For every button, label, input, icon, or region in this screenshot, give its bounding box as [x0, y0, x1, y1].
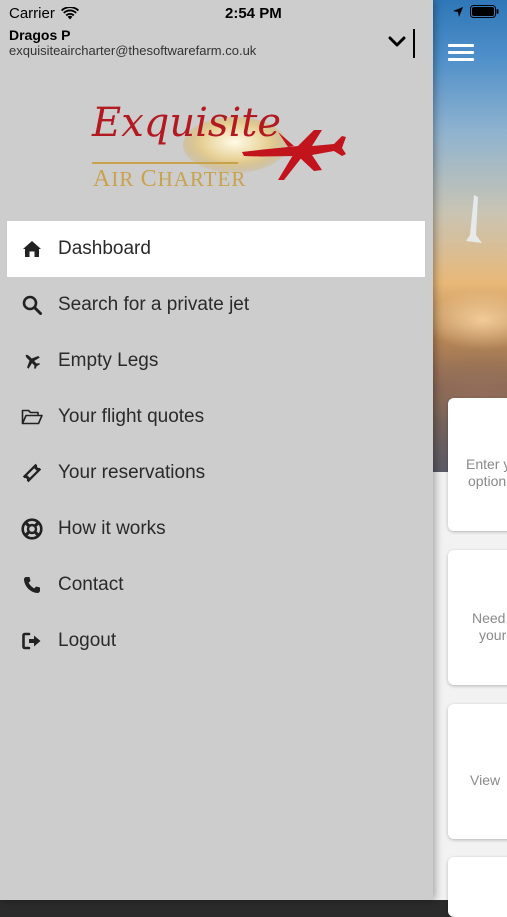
menu-item-contact[interactable]: Contact	[0, 557, 433, 613]
ticket-icon	[21, 462, 43, 484]
menu-label: Logout	[58, 630, 117, 651]
menu-label: Empty Legs	[58, 350, 159, 371]
card-text: Need	[472, 610, 506, 626]
dashboard-card[interactable]: View	[448, 704, 507, 839]
menu-item-search[interactable]: Search for a private jet	[0, 277, 433, 333]
menu-label: Your flight quotes	[58, 406, 205, 427]
chevron-down-icon[interactable]	[388, 34, 406, 50]
dashboard-card[interactable]: Need your	[448, 550, 507, 685]
logo-subtitle-harter: HARTER	[157, 167, 247, 191]
sign-out-icon	[21, 630, 43, 652]
card-text: Enter y	[466, 456, 507, 472]
navigation-drawer: Carrier 2:54 PM Dragos P exquisiteaircha…	[0, 0, 433, 900]
life-ring-icon	[21, 518, 43, 540]
logo-subtitle-initial-c: C	[140, 166, 158, 192]
home-icon	[21, 238, 43, 260]
menu-item-flight-quotes[interactable]: Your flight quotes	[0, 389, 433, 445]
battery-icon	[470, 5, 499, 18]
status-time: 2:54 PM	[225, 5, 282, 22]
card-text: your	[479, 627, 507, 643]
logo-subtitle: AIR CHARTER	[93, 166, 246, 193]
card-text: option	[468, 473, 507, 489]
menu-item-dashboard[interactable]: Dashboard	[7, 221, 425, 277]
location-arrow-icon	[453, 6, 463, 17]
carrier-label: Carrier	[9, 5, 55, 22]
menu-item-logout[interactable]: Logout	[0, 613, 433, 669]
status-carrier: Carrier	[9, 5, 79, 22]
wifi-icon	[60, 7, 79, 20]
jet-plane-icon	[242, 130, 346, 180]
account-name: Dragos P	[9, 27, 71, 43]
menu-label: Search for a private jet	[58, 294, 250, 315]
menu-label: How it works	[58, 518, 166, 539]
drawer-menu: Dashboard Search for a private jet Empty…	[0, 221, 433, 669]
status-bar: Carrier 2:54 PM	[0, 0, 433, 26]
menu-item-how-it-works[interactable]: How it works	[0, 501, 433, 557]
plane-wing-image	[466, 195, 482, 243]
menu-label: Your reservations	[58, 462, 206, 483]
menu-label: Contact	[58, 574, 124, 595]
menu-item-empty-legs[interactable]: Empty Legs	[0, 333, 433, 389]
phone-icon	[21, 574, 43, 596]
plane-icon	[21, 350, 43, 372]
logo-subtitle-initial-a: A	[93, 166, 112, 192]
hamburger-menu-icon[interactable]	[448, 40, 476, 64]
dashboard-card[interactable]: Enter y option	[448, 398, 507, 531]
divider	[413, 29, 415, 58]
search-icon	[21, 294, 43, 316]
card-text: View	[470, 772, 501, 788]
logo-divider	[92, 162, 238, 164]
menu-label: Dashboard	[58, 238, 151, 259]
menu-item-reservations[interactable]: Your reservations	[0, 445, 433, 501]
dashboard-card[interactable]	[448, 857, 507, 917]
logo-subtitle-ir: IR	[111, 167, 135, 191]
brand-logo: Exquisite AIR CHARTER	[90, 100, 350, 195]
status-right-cluster	[452, 5, 500, 18]
account-email: exquisiteaircharter@thesoftwarefarm.co.u…	[9, 43, 257, 58]
folder-open-icon	[21, 406, 43, 428]
account-header[interactable]: Dragos P exquisiteaircharter@thesoftware…	[9, 27, 256, 59]
